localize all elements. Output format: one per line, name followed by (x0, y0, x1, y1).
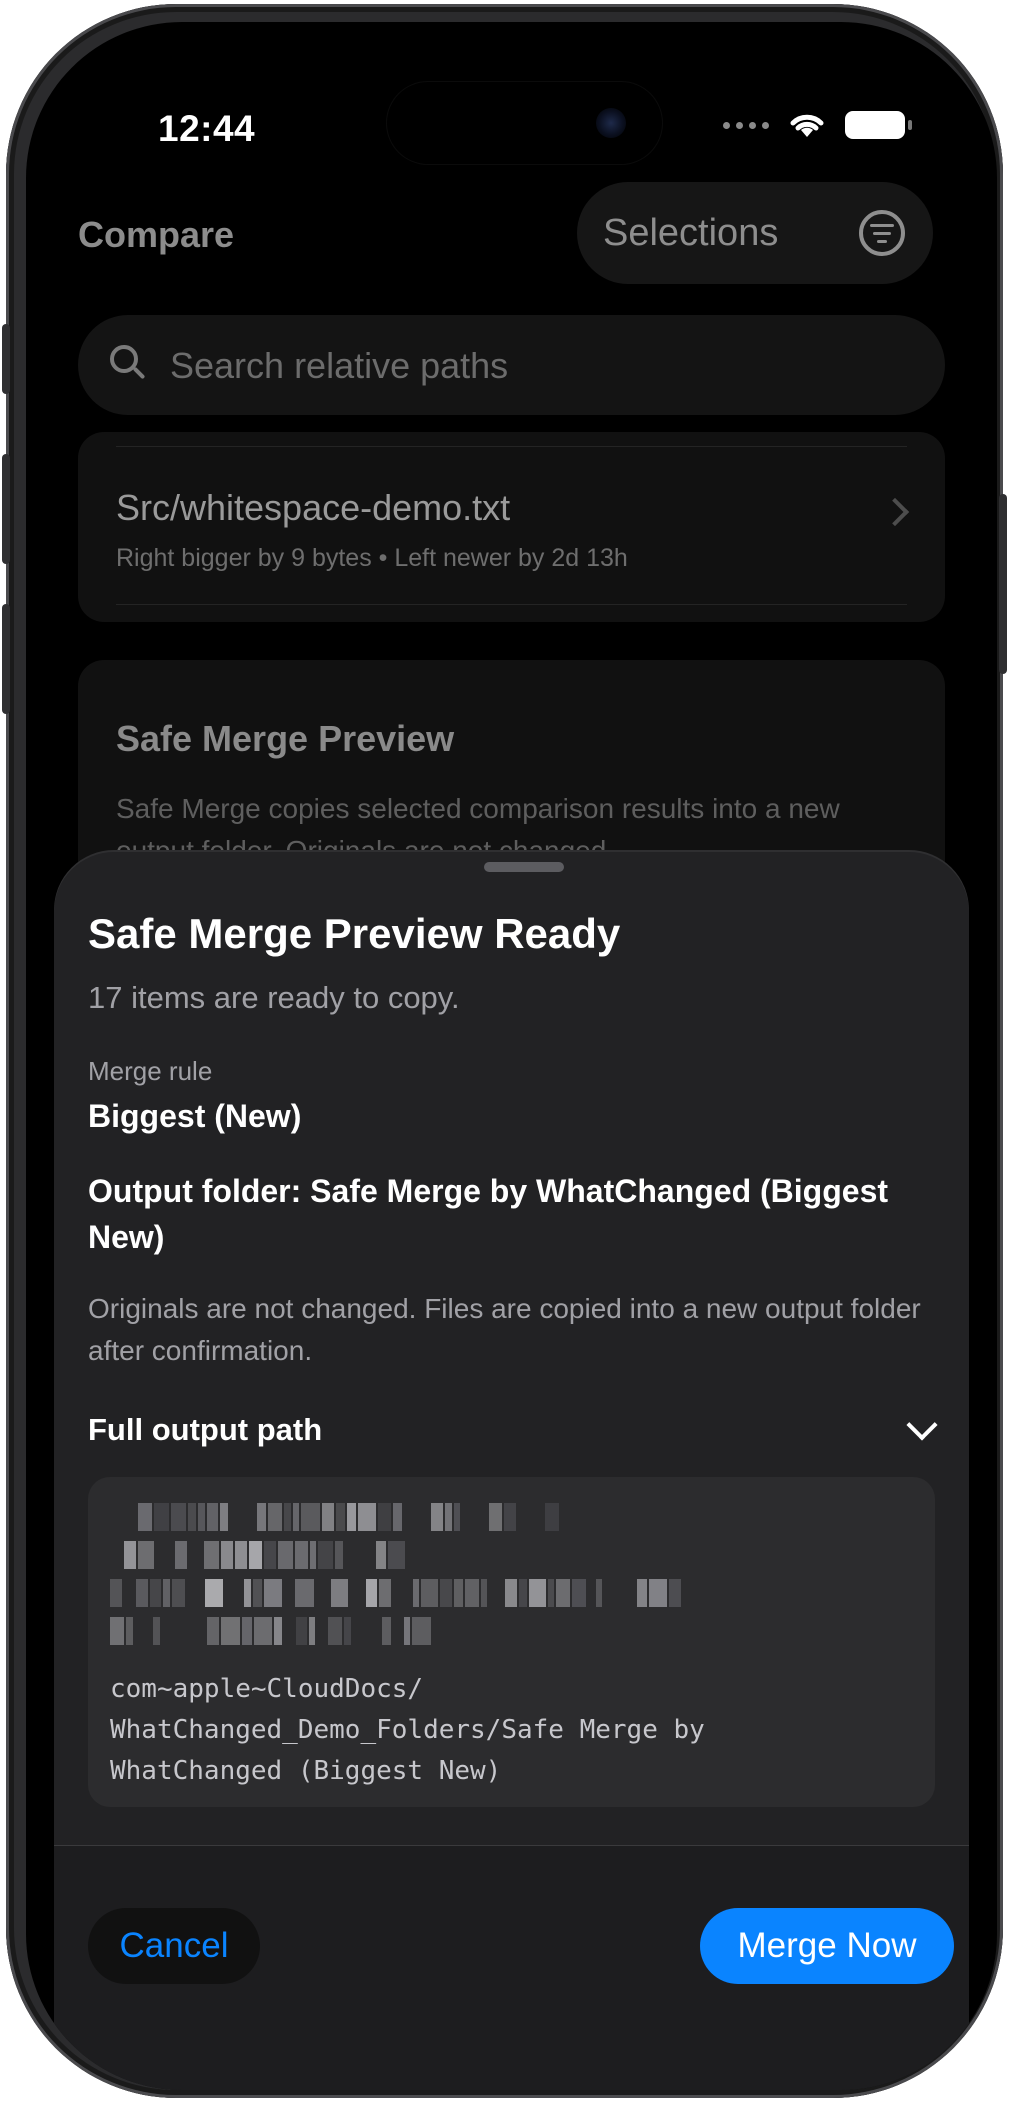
signal-icon (723, 121, 769, 129)
wifi-icon (790, 114, 824, 137)
dynamic-island (387, 82, 662, 164)
sheet-subtitle: 17 items are ready to copy. (88, 980, 460, 1015)
volume-up-button (2, 454, 10, 564)
originals-note: Originals are not changed. Files are cop… (88, 1293, 921, 1366)
sheet-grabber[interactable] (484, 862, 564, 872)
search-placeholder: Search relative paths (170, 345, 509, 386)
merge-preview-sheet: Safe Merge Preview Ready 17 items are re… (54, 852, 969, 2090)
preview-card-title: Safe Merge Preview (116, 718, 455, 759)
volume-down-button (2, 604, 10, 714)
chevron-right-icon (880, 497, 910, 527)
selections-button[interactable]: Selections (577, 182, 933, 284)
battery-icon (845, 111, 912, 139)
output-path-text: com~apple~CloudDocs/ WhatChanged_Demo_Fo… (110, 1674, 705, 1786)
divider (116, 446, 907, 447)
sheet-title: Safe Merge Preview Ready (88, 910, 621, 957)
cancel-button[interactable]: Cancel (88, 1908, 260, 1984)
file-meta: Right bigger by 9 bytes • Left newer by … (116, 544, 628, 572)
output-folder: Output folder: Safe Merge by WhatChanged… (88, 1173, 889, 1255)
screen: Compare Selections Search relative paths… (26, 22, 997, 2090)
file-list-card: Src/whitespace-demo.txt Right bigger by … (78, 432, 945, 622)
selections-label: Selections (603, 211, 779, 254)
file-name: Src/whitespace-demo.txt (116, 487, 511, 528)
merge-rule-value: Biggest (New) (88, 1098, 302, 1134)
divider (116, 604, 907, 605)
merge-rule-label: Merge rule (88, 1056, 213, 1086)
status-time: 12:44 (158, 108, 256, 149)
search-icon (110, 345, 138, 373)
path-header: Full output path (88, 1412, 323, 1447)
filter-icon[interactable] (859, 210, 905, 256)
power-button (999, 494, 1007, 674)
status-icons (723, 110, 912, 140)
chevron-down-icon (906, 1409, 938, 1441)
merge-now-button[interactable]: Merge Now (700, 1908, 954, 1984)
output-path-box: com~apple~CloudDocs/ WhatChanged_Demo_Fo… (88, 1477, 935, 1807)
phone-frame: Compare Selections Search relative paths… (2, 4, 1007, 2098)
redacted-path-text (110, 1503, 910, 1661)
nav-title: Compare (78, 214, 235, 255)
search-field[interactable]: Search relative paths (78, 315, 945, 415)
action-button (2, 324, 10, 394)
